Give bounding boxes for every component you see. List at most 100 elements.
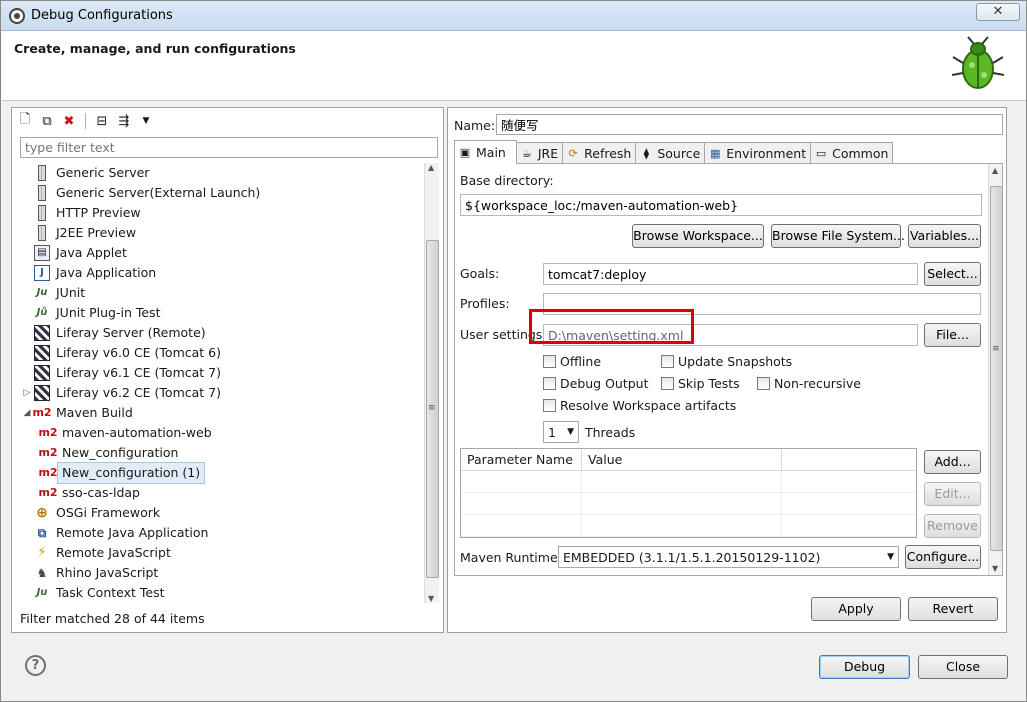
debug-output-checkbox[interactable]: Debug Output — [543, 376, 649, 391]
tree-item-remote-java-application[interactable]: ⧉ Remote Java Application — [20, 523, 424, 543]
tree-item-liferay-v61[interactable]: Liferay v6.1 CE (Tomcat 7) — [20, 363, 424, 383]
toolbar-separator — [85, 113, 86, 129]
tree-item-generic-server-external[interactable]: Generic Server(External Launch) — [20, 183, 424, 203]
remove-parameter-button[interactable]: Remove — [924, 514, 981, 538]
filter-status: Filter matched 28 of 44 items — [20, 611, 205, 626]
chevron-down-icon: ▼ — [567, 427, 574, 437]
window-close-button[interactable]: ✕ — [976, 3, 1020, 21]
base-directory-input[interactable] — [460, 194, 982, 216]
non-recursive-checkbox[interactable]: Non-recursive — [757, 376, 861, 391]
configuration-editor-pane: Name: ▣Main ☕JRE ⟳Refresh ⧫Source ▦Envir… — [447, 107, 1007, 633]
filter-config-icon[interactable]: ⇶ — [115, 112, 133, 130]
maven-runtime-select[interactable]: EMBEDDED (3.1.1/1.5.1.20150129-1102) ▼ — [558, 546, 899, 568]
tree-scrollbar[interactable]: ▲ ≡ ▼ — [424, 163, 439, 603]
delete-config-icon[interactable]: ✖ — [60, 112, 78, 130]
tree-item-junit-plugin-test[interactable]: Jů JUnit Plug-in Test — [20, 303, 424, 323]
rhino-icon: ♞ — [36, 566, 48, 580]
eclipse-icon — [9, 8, 25, 24]
configure-runtime-button[interactable]: Configure... — [905, 545, 981, 569]
tree-item-j2ee-preview[interactable]: J2EE Preview — [20, 223, 424, 243]
table-row[interactable] — [461, 471, 916, 493]
server-icon — [38, 185, 46, 201]
maven-icon: m2 — [32, 406, 52, 419]
expand-arrow-icon[interactable]: ▷ — [20, 383, 34, 403]
scroll-grip-icon: ≡ — [992, 344, 1000, 354]
tree-item-java-application[interactable]: J Java Application — [20, 263, 424, 283]
source-icon: ⧫ — [643, 147, 650, 160]
debug-button[interactable]: Debug — [819, 655, 910, 679]
view-menu-chevron-down-icon[interactable]: ▼ — [137, 112, 155, 130]
tree-item-liferay-server-remote[interactable]: Liferay Server (Remote) — [20, 323, 424, 343]
scroll-down-icon[interactable]: ▼ — [992, 564, 998, 573]
add-parameter-button[interactable]: Add... — [924, 450, 981, 474]
liferay-icon — [34, 325, 50, 341]
tab-jre[interactable]: ☕ JRE — [515, 142, 564, 164]
tab-common[interactable]: ▭ Common — [810, 142, 894, 164]
apply-button[interactable]: Apply — [811, 597, 901, 621]
java-application-icon: J — [34, 265, 50, 281]
browse-file-system-button[interactable]: Browse File System... — [771, 224, 905, 248]
scroll-up-icon[interactable]: ▲ — [992, 166, 998, 175]
tab-main[interactable]: ▣ Main — [454, 140, 517, 164]
remote-javascript-icon: ⚡ — [37, 545, 47, 560]
tree-item-new-configuration-1[interactable]: m2 New_configuration (1) — [20, 462, 424, 484]
maven-icon: m2 — [38, 466, 58, 479]
table-row[interactable] — [461, 515, 916, 537]
tree-item-liferay-v60[interactable]: Liferay v6.0 CE (Tomcat 6) — [20, 343, 424, 363]
junit-plugin-icon: Jů — [36, 307, 48, 318]
editor-scroll-thumb[interactable] — [990, 186, 1002, 551]
tree-item-osgi-framework[interactable]: ⊕ OSGi Framework — [20, 503, 424, 523]
browse-workspace-button[interactable]: Browse Workspace... — [632, 224, 764, 248]
goals-input[interactable] — [543, 263, 918, 285]
tree-item-liferay-v62[interactable]: ▷ Liferay v6.2 CE (Tomcat 7) — [20, 383, 424, 403]
tree-item-task-context-test[interactable]: Ju Task Context Test — [20, 583, 424, 603]
skip-tests-checkbox[interactable]: Skip Tests — [661, 376, 740, 391]
tree-item-rhino-javascript[interactable]: ♞ Rhino JavaScript — [20, 563, 424, 583]
filter-input[interactable] — [20, 137, 438, 158]
parameters-table[interactable]: Parameter Name Value — [460, 448, 917, 538]
resolve-workspace-checkbox[interactable]: Resolve Workspace artifacts — [543, 398, 736, 413]
name-input[interactable] — [496, 114, 1003, 135]
revert-button[interactable]: Revert — [908, 597, 998, 621]
maven-runtime-label: Maven Runtime: — [460, 550, 562, 565]
goals-select-button[interactable]: Select... — [924, 262, 981, 286]
server-icon — [38, 205, 46, 221]
junit-icon: Ju — [36, 287, 48, 298]
tree-item-remote-javascript[interactable]: ⚡ Remote JavaScript — [20, 543, 424, 563]
task-context-icon: Ju — [36, 587, 48, 598]
tab-refresh[interactable]: ⟳ Refresh — [562, 142, 637, 164]
tree-item-sso-cas-ldap[interactable]: m2 sso-cas-ldap — [20, 483, 424, 503]
tree-item-http-preview[interactable]: HTTP Preview — [20, 203, 424, 223]
tab-environment[interactable]: ▦ Environment — [704, 142, 812, 164]
update-snapshots-checkbox[interactable]: Update Snapshots — [661, 354, 792, 369]
collapse-all-icon[interactable]: ⊟ — [93, 112, 111, 130]
profiles-label: Profiles: — [460, 296, 510, 311]
tree-item-java-applet[interactable]: ▤ Java Applet — [20, 243, 424, 263]
goals-label: Goals: — [460, 266, 500, 281]
user-settings-file-button[interactable]: File... — [924, 323, 981, 347]
parameter-value-header[interactable]: Value — [582, 449, 782, 470]
tree-item-generic-server[interactable]: Generic Server — [20, 163, 424, 183]
editor-scrollbar[interactable]: ▲ ≡ ▼ — [988, 164, 1002, 575]
table-row[interactable] — [461, 493, 916, 515]
threads-select[interactable]: 1 ▼ — [543, 421, 579, 443]
tree-item-maven-automation-web[interactable]: m2 maven-automation-web — [20, 423, 424, 443]
close-button[interactable]: Close — [918, 655, 1008, 679]
tree-item-junit[interactable]: Ju JUnit — [20, 283, 424, 303]
duplicate-config-icon[interactable]: ⧉ — [38, 112, 56, 130]
goals-highlight-box — [529, 309, 694, 344]
applet-icon: ▤ — [34, 245, 50, 261]
help-icon[interactable]: ? — [25, 655, 46, 676]
tree-item-new-configuration[interactable]: m2 New_configuration — [20, 443, 424, 463]
tree-item-maven-build[interactable]: ◢ m2 Maven Build — [20, 403, 424, 423]
new-config-icon[interactable]: 🗋 — [16, 112, 34, 130]
tab-source[interactable]: ⧫ Source — [635, 142, 706, 164]
base-directory-label: Base directory: — [460, 173, 554, 188]
scroll-down-icon[interactable]: ▼ — [428, 594, 434, 603]
variables-button[interactable]: Variables... — [908, 224, 981, 248]
edit-parameter-button[interactable]: Edit... — [924, 482, 981, 506]
refresh-icon: ⟳ — [568, 147, 578, 160]
offline-checkbox[interactable]: Offline — [543, 354, 601, 369]
scroll-up-icon[interactable]: ▲ — [428, 163, 434, 172]
parameter-name-header[interactable]: Parameter Name — [461, 449, 582, 470]
